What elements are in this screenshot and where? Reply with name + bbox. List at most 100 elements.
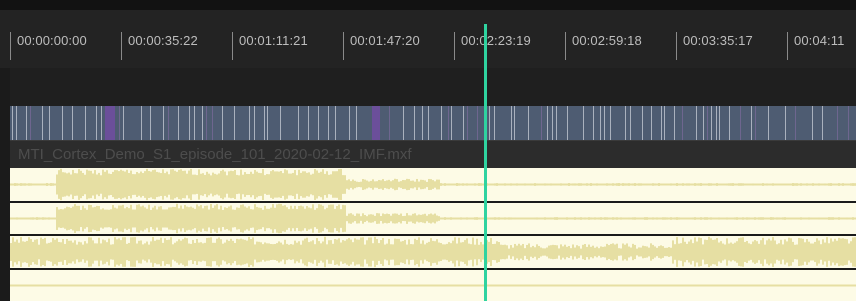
waveform-sample: [776, 244, 778, 260]
playhead[interactable]: [484, 24, 487, 301]
waveform-sample: [154, 205, 156, 232]
timecode-label: 00:03:35:17: [683, 33, 753, 48]
waveform-sample: [612, 243, 614, 261]
waveform-sample: [216, 238, 218, 266]
waveform-sample: [182, 208, 184, 229]
timeline-ruler[interactable]: 00:00:00:00 00:00:35:22 00:01:11:21 00:0…: [0, 10, 856, 68]
waveform-sample: [806, 217, 808, 220]
waveform-sample: [522, 183, 524, 186]
waveform-sample: [172, 169, 174, 200]
waveform-sample: [676, 284, 678, 287]
waveform-sample: [98, 172, 100, 197]
waveform-sample: [32, 183, 34, 186]
waveform-sample: [716, 183, 718, 186]
waveform-sample: [852, 183, 854, 186]
waveform-sample: [552, 284, 554, 287]
waveform-sample: [542, 248, 544, 256]
clip-filename-bar[interactable]: MTI_Cortex_Demo_S1_episode_101_2020-02-1…: [10, 140, 856, 169]
waveform-sample: [368, 181, 370, 188]
waveform-sample: [256, 241, 258, 263]
waveform-sample: [106, 170, 108, 199]
waveform-sample: [188, 170, 190, 199]
waveform-sample: [612, 183, 614, 186]
waveform-sample: [780, 217, 782, 220]
waveform-sample: [224, 242, 226, 262]
audio-track-1[interactable]: [10, 168, 856, 201]
waveform-sample: [282, 284, 284, 287]
waveform-sample: [824, 284, 826, 287]
waveform-sample: [590, 284, 592, 287]
waveform-sample: [298, 241, 300, 263]
waveform-sample: [238, 175, 240, 194]
waveform-sample: [702, 244, 704, 260]
waveform-sample: [744, 183, 746, 186]
waveform-sample: [790, 284, 792, 287]
waveform-sample: [772, 217, 774, 220]
waveform-sample: [508, 217, 510, 220]
waveform-sample: [146, 208, 148, 229]
waveform-sample: [104, 209, 106, 228]
waveform-sample: [338, 238, 340, 266]
waveform-sample: [356, 213, 358, 224]
waveform-sample: [358, 213, 360, 224]
waveform-sample: [104, 171, 106, 198]
waveform-sample: [538, 245, 540, 259]
waveform-sample: [652, 284, 654, 287]
waveform-sample: [536, 244, 538, 260]
waveform-sample: [696, 241, 698, 263]
waveform-sample: [692, 217, 694, 220]
waveform-sample: [628, 183, 630, 186]
waveform-sample: [452, 183, 454, 186]
waveform-sample: [776, 284, 778, 287]
waveform-sample: [826, 237, 828, 267]
waveform-sample: [544, 217, 546, 220]
waveform-sample: [538, 183, 540, 186]
waveform-sample: [262, 168, 264, 201]
waveform-sample: [392, 180, 394, 189]
waveform-sample: [602, 284, 604, 287]
waveform-sample: [286, 243, 288, 261]
waveform-sample: [758, 217, 760, 220]
waveform-sample: [470, 217, 472, 220]
waveform-sample: [738, 238, 740, 266]
empty-track-area: [0, 68, 856, 106]
waveform-sample: [116, 170, 118, 199]
waveform-sample: [696, 284, 698, 287]
waveform-sample: [252, 284, 254, 287]
waveform-sample: [744, 217, 746, 220]
audio-track-2[interactable]: [10, 203, 856, 234]
waveform-sample: [252, 209, 254, 228]
waveform-sample: [194, 208, 196, 229]
audio-track-3[interactable]: [10, 236, 856, 268]
waveform-sample: [148, 204, 150, 233]
waveform-sample: [178, 208, 180, 229]
waveform-sample: [306, 237, 308, 267]
waveform-sample: [58, 284, 60, 287]
waveform-sample: [94, 206, 96, 231]
waveform-sample: [618, 284, 620, 287]
waveform-sample: [350, 284, 352, 287]
waveform-sample: [374, 236, 376, 268]
waveform-sample: [612, 284, 614, 287]
video-track-thumbnails[interactable]: [10, 106, 856, 140]
waveform-sample: [108, 209, 110, 228]
audio-track-4[interactable]: [10, 270, 856, 301]
waveform-sample: [720, 183, 722, 186]
waveform-sample: [772, 284, 774, 287]
waveform-sample: [810, 183, 812, 186]
waveform-sample: [656, 284, 658, 287]
waveform-sample: [648, 284, 650, 287]
waveform-sample: [520, 284, 522, 287]
waveform-sample: [154, 240, 156, 264]
waveform-sample: [666, 284, 668, 287]
waveform-sample: [688, 183, 690, 186]
waveform-sample: [532, 245, 534, 259]
waveform-sample: [242, 239, 244, 265]
waveform-sample: [12, 183, 14, 186]
waveform-sample: [724, 284, 726, 287]
waveform-sample: [714, 284, 716, 287]
waveform-sample: [604, 217, 606, 220]
waveform-sample: [444, 183, 446, 186]
waveform-sample: [564, 244, 566, 260]
ruler-tick: [787, 32, 788, 60]
